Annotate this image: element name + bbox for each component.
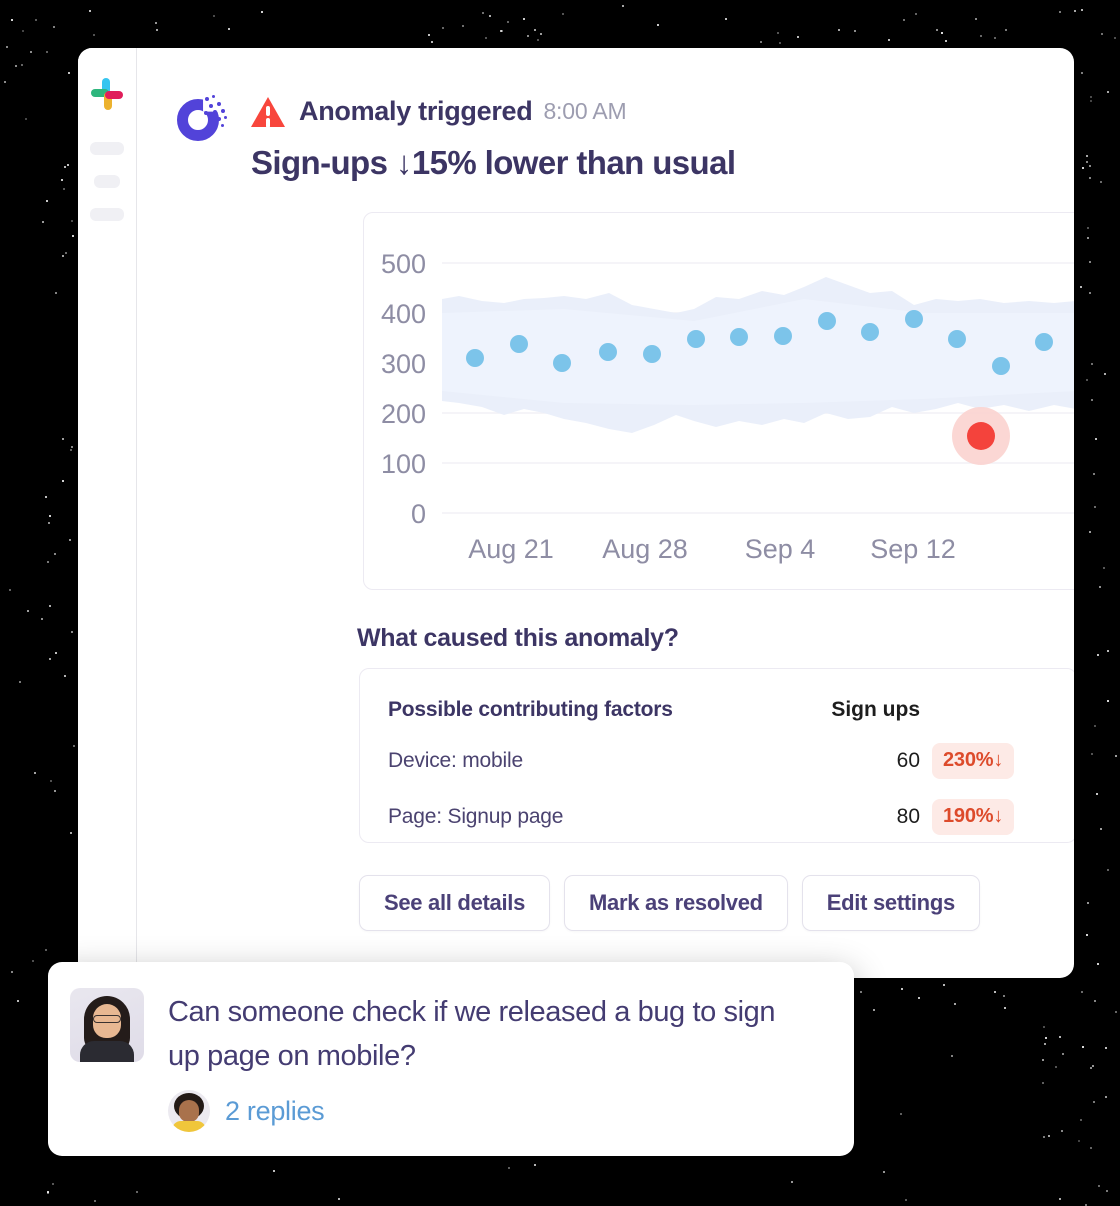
factor-name: Page: Signup page [388,805,840,829]
chart-x-tick-labels: Aug 21 Aug 28 Sep 4 Sep 12 [468,534,956,564]
y-tick-100: 100 [381,449,426,479]
warning-triangle-icon [251,97,285,127]
data-point [466,349,484,367]
anomaly-title: Anomaly triggered [299,96,532,127]
mark-as-resolved-button[interactable]: Mark as resolved [564,875,788,931]
column-header-factors: Possible contributing factors [388,698,782,722]
data-point [643,345,661,363]
x-tick-sep-12: Sep 12 [870,534,956,564]
user-avatar [70,988,144,1062]
anomaly-data-point [952,407,1010,465]
factor-name: Device: mobile [388,749,840,773]
data-point [774,327,792,345]
contributing-factors-table: Possible contributing factors Sign ups D… [359,668,1074,843]
rail-placeholder-2[interactable] [94,175,120,188]
x-tick-sep-4: Sep 4 [745,534,816,564]
message-header-text: Anomaly triggered 8:00 AM Sign-ups ↓15% … [251,90,735,182]
replier-avatar [168,1090,210,1132]
anomaly-chart-card: 500 400 300 200 100 0 Aug 21 Aug 28 Sep … [363,212,1074,590]
chart-y-tick-labels: 500 400 300 200 100 0 [381,249,426,529]
table-row[interactable]: Device: mobile 60 230%↓ [388,733,1050,789]
data-point [510,335,528,353]
data-point [599,343,617,361]
status-badge: 230%↓ [932,743,1014,779]
reply-meta-row[interactable]: 2 replies [168,1090,798,1132]
slack-logo-icon[interactable] [91,78,123,110]
status-badge: 190%↓ [932,799,1014,835]
workspace-rail [78,48,137,978]
rail-placeholder-3[interactable] [90,208,124,221]
screenshot-stage: Anomaly triggered 8:00 AM Sign-ups ↓15% … [0,0,1120,1206]
replies-link[interactable]: 2 replies [225,1096,324,1127]
amplitude-app-icon [175,92,231,148]
cause-section-heading: What caused this anomaly? [357,624,679,653]
message-column: Anomaly triggered 8:00 AM Sign-ups ↓15% … [137,48,1074,978]
anomaly-headline: Sign-ups ↓15% lower than usual [251,144,735,182]
y-tick-300: 300 [381,349,426,379]
table-row[interactable]: Page: Signup page 80 190%↓ [388,789,1050,845]
data-point [553,354,571,372]
y-tick-500: 500 [381,249,426,279]
data-point [687,330,705,348]
action-button-row: See all details Mark as resolved Edit se… [359,875,994,931]
data-point [905,310,923,328]
data-point [948,330,966,348]
message-header: Anomaly triggered 8:00 AM Sign-ups ↓15% … [175,90,1074,182]
reply-message-card: Can someone check if we released a bug t… [48,962,854,1156]
data-point [818,312,836,330]
confidence-band-inner [442,299,1074,405]
data-point [1035,333,1053,351]
y-tick-200: 200 [381,399,426,429]
x-tick-aug-28: Aug 28 [602,534,688,564]
reply-body: Can someone check if we released a bug t… [168,988,798,1156]
anomaly-scatter-chart: 500 400 300 200 100 0 Aug 21 Aug 28 Sep … [364,213,1074,589]
y-tick-0: 0 [411,499,426,529]
factor-signups: 80 [840,805,932,829]
message-timestamp: 8:00 AM [543,98,626,125]
data-point [861,323,879,341]
reply-text: Can someone check if we released a bug t… [168,990,798,1078]
x-tick-aug-21: Aug 21 [468,534,554,564]
column-header-signups: Sign ups [782,698,932,722]
factor-signups: 60 [840,749,932,773]
y-tick-400: 400 [381,299,426,329]
rail-placeholder-1[interactable] [90,142,124,155]
see-all-details-button[interactable]: See all details [359,875,550,931]
data-point [992,357,1010,375]
edit-settings-button[interactable]: Edit settings [802,875,980,931]
table-header-row: Possible contributing factors Sign ups [388,687,1050,733]
data-point [730,328,748,346]
slack-window: Anomaly triggered 8:00 AM Sign-ups ↓15% … [78,48,1074,978]
